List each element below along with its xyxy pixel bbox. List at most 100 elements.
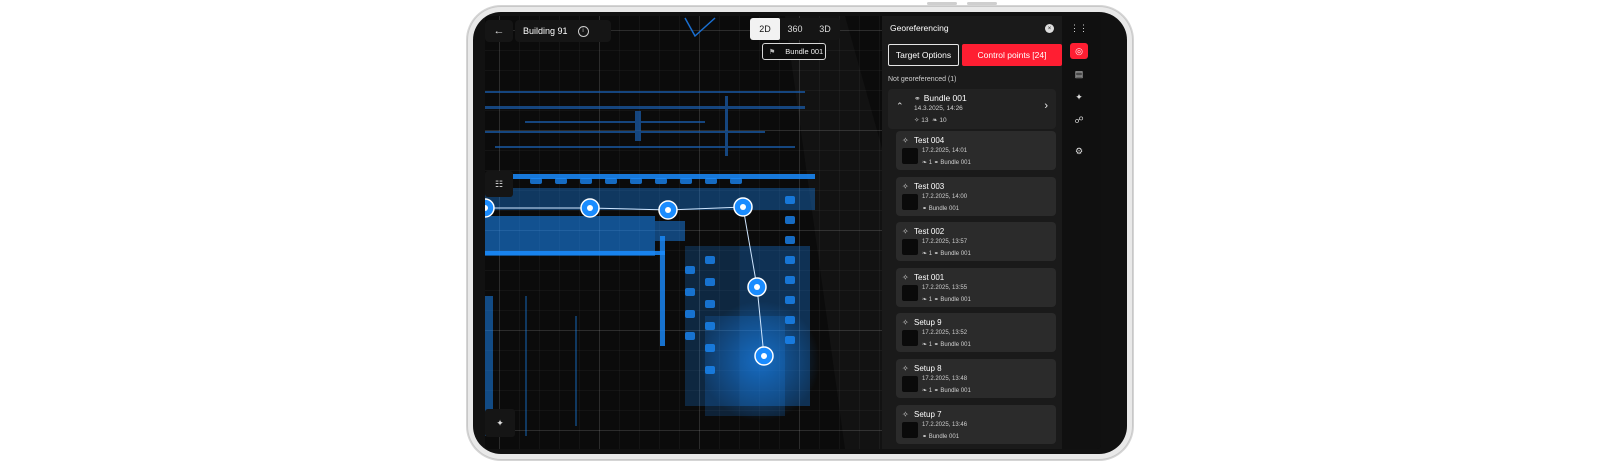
item-date: 17.2.2025, 14:01	[922, 148, 968, 154]
list-item[interactable]: ✧ Test 004 17.2.2025, 14:01 ❧ 1 ⚭ Bundle…	[896, 131, 1056, 170]
thumbnail	[902, 239, 918, 256]
list-item[interactable]: ✧ Test 002 17.2.2025, 13:57 ❧ 1 ⚭ Bundle…	[896, 222, 1056, 262]
link-icon: ☍	[1074, 114, 1084, 125]
settings-icon: ⚙	[1074, 145, 1084, 156]
item-date: 17.2.2025, 13:57	[922, 239, 968, 246]
point-cloud-upper-structure	[485, 91, 805, 156]
item-name: Setup 8	[914, 363, 942, 373]
setup-icon: ✧	[902, 318, 909, 328]
item-name: Test 001	[914, 272, 945, 282]
pin-icon: ✦	[1075, 91, 1083, 102]
item-bundle: Bundle 001	[940, 160, 971, 166]
thumbnail	[902, 330, 918, 347]
chevron-right-icon[interactable]: ›	[1044, 100, 1048, 112]
item-meta: ❧ 1 ⚭ Bundle 001	[922, 342, 971, 349]
chevron-up-icon[interactable]: ⌃	[896, 101, 904, 112]
tab-target-options[interactable]: Target Options	[888, 44, 959, 66]
bundle-card[interactable]: ⌃ ⚭ Bundle 001 14.3.2025, 14:26 ✧ 13 ❧ 10…	[888, 89, 1056, 129]
view-mode-2d[interactable]: 2D	[750, 18, 780, 40]
item-bundle: Bundle 001	[928, 433, 960, 440]
thumbnail	[902, 193, 918, 210]
setup-icon: ✧	[902, 409, 909, 419]
item-pins: 1	[928, 160, 933, 166]
bundle-name-text: Bundle 001	[923, 93, 967, 103]
panel-title: Georeferencing	[890, 23, 949, 33]
item-pins: 1	[928, 251, 933, 258]
map-canvas[interactable]: ← Building 91 i 2D 360 3D ⚑ Bundle 001 ☷…	[485, 16, 905, 449]
layers-tool-button[interactable]: ☷	[485, 171, 513, 197]
list-item[interactable]: ✧ Setup 9 17.2.2025, 13:52 ❧ 1 ⚭ Bundle …	[896, 313, 1056, 353]
item-bundle: Bundle 001	[928, 205, 960, 212]
setup-icon: ✧	[902, 272, 909, 282]
hardware-button	[927, 2, 957, 5]
point-cloud-layer	[485, 17, 820, 436]
item-pins: 1	[928, 387, 933, 394]
item-meta: ❧ 1 ⚭ Bundle 001	[922, 387, 971, 394]
view-mode-3d[interactable]: 3D	[810, 18, 840, 40]
item-date: 17.2.2025, 13:52	[922, 330, 968, 337]
georeferencing-panel: Georeferencing × Target Options Control …	[882, 16, 1062, 449]
right-rail: ⋮⋮ ◎ ▤ ✦ ☍ ⚙	[1062, 16, 1101, 449]
item-date: 17.2.2025, 13:55	[922, 284, 968, 291]
apps-button[interactable]: ⋮⋮	[1070, 20, 1088, 36]
item-bundle: Bundle 001	[940, 296, 971, 303]
grid-icon: ⋮⋮	[1070, 22, 1088, 33]
setup-icon: ✧	[902, 363, 909, 373]
settings-button[interactable]: ⚙	[1070, 143, 1088, 159]
list-item[interactable]: ✧ Test 003 17.2.2025, 14:00 ⚭ Bundle 001	[896, 176, 1056, 216]
item-meta: ❧ 1 ⚭ Bundle 001	[922, 251, 971, 258]
list-item[interactable]: ✧ Setup 7 17.2.2025, 13:46 ⚭ Bundle 001	[896, 404, 1056, 444]
item-bundle: Bundle 001	[940, 342, 971, 349]
panel-header: Georeferencing ×	[882, 16, 1062, 40]
setup-icon: ✧	[914, 117, 920, 124]
tab-control-points[interactable]: Control points [24]	[962, 44, 1062, 66]
bundle-setups-count: 13	[921, 117, 929, 124]
item-name: Setup 7	[914, 409, 942, 419]
item-date: 17.2.2025, 13:48	[922, 375, 968, 382]
pins-button[interactable]: ✦	[1070, 89, 1088, 105]
pin-tool-button[interactable]: ✦	[485, 409, 515, 437]
thumbnail	[902, 421, 918, 438]
globe-icon: ◎	[1075, 45, 1083, 56]
bundle-meta: ✧ 13 ❧ 10	[914, 116, 947, 124]
view-mode-360[interactable]: 360	[780, 18, 810, 40]
item-meta: ⚭ Bundle 001	[922, 205, 960, 212]
close-icon[interactable]: ×	[1045, 24, 1054, 33]
pin-icon: ❧	[932, 117, 938, 124]
scans-button[interactable]: ▤	[1070, 66, 1088, 82]
bundle-chip[interactable]: ⚑ Bundle 001	[762, 43, 826, 60]
links-button[interactable]: ☍	[1070, 112, 1088, 128]
thumbnail	[902, 284, 918, 301]
setup-list: ✧ Test 004 17.2.2025, 14:01 ❧ 1 ⚭ Bundle…	[896, 131, 1056, 449]
setup-icon: ✧	[902, 181, 909, 191]
georeference-button[interactable]: ◎	[1070, 43, 1088, 59]
control-point[interactable]	[580, 198, 600, 218]
hardware-button	[967, 2, 997, 5]
bundle-icon: ⚭	[914, 94, 921, 103]
item-bundle: Bundle 001	[940, 251, 971, 258]
item-meta: ❧ 1 ⚭ Bundle 001	[922, 160, 971, 166]
item-name: Test 002	[914, 227, 945, 237]
list-item[interactable]: ✧ Test 001 17.2.2025, 13:55 ❧ 1 ⚭ Bundle…	[896, 267, 1056, 307]
item-meta: ❧ 1 ⚭ Bundle 001	[922, 296, 971, 303]
control-point[interactable]	[747, 277, 767, 297]
bundle-chip-label: Bundle 001	[785, 47, 824, 56]
item-meta: ⚭ Bundle 001	[922, 433, 960, 440]
app-screen: ← Building 91 i 2D 360 3D ⚑ Bundle 001 ☷…	[485, 16, 1101, 449]
layers-icon: ☷	[494, 178, 504, 189]
control-point[interactable]	[733, 197, 753, 217]
page-title: Building 91	[523, 26, 568, 36]
back-button[interactable]: ←	[485, 20, 513, 42]
thumbnail	[902, 148, 918, 164]
lock-icon: ⚑	[769, 48, 776, 56]
control-point[interactable]	[754, 346, 774, 366]
setup-icon: ✧	[902, 227, 909, 237]
project-title-pill: Building 91 i	[515, 20, 611, 42]
arrow-left-icon: ←	[493, 25, 505, 37]
info-icon[interactable]: i	[577, 25, 589, 37]
control-point[interactable]	[658, 200, 678, 220]
item-date: 17.2.2025, 13:46	[922, 421, 968, 428]
item-name: Test 003	[914, 181, 945, 191]
pin-tool-icon: ✦	[496, 417, 504, 428]
list-item[interactable]: ✧ Setup 8 17.2.2025, 13:48 ❧ 1 ⚭ Bundle …	[896, 358, 1056, 398]
